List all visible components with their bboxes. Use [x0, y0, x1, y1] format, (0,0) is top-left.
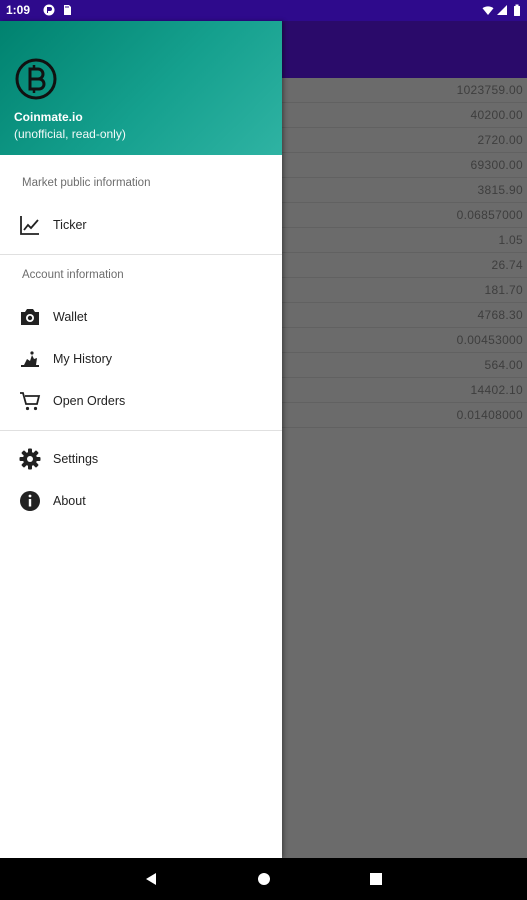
app-bar: [282, 21, 527, 78]
info-icon: [20, 491, 40, 511]
divider: [0, 430, 282, 431]
list-item[interactable]: 69300.00: [282, 153, 527, 178]
back-icon[interactable]: [143, 871, 159, 887]
status-time: 1:09: [6, 3, 31, 17]
section-title-account: Account information: [22, 269, 124, 281]
list-item[interactable]: 0.01408000: [282, 403, 527, 428]
battery-icon: [514, 4, 520, 16]
menu-item-orders[interactable]: Open Orders: [0, 380, 282, 422]
value-list: 1023759.00 40200.00 2720.00 69300.00 381…: [282, 78, 527, 428]
menu-item-settings[interactable]: Settings: [0, 438, 282, 480]
wifi-icon: [482, 6, 494, 15]
menu-label-settings: Settings: [53, 452, 99, 466]
divider: [0, 254, 282, 255]
list-item[interactable]: 26.74: [282, 253, 527, 278]
drawer-scrim[interactable]: [282, 446, 527, 858]
menu-label-orders: Open Orders: [53, 394, 126, 408]
menu-item-wallet[interactable]: Wallet: [0, 296, 282, 338]
camera-icon: [21, 309, 39, 325]
history-icon: [21, 351, 39, 367]
menu-label-ticker: Ticker: [53, 218, 87, 232]
menu-label-history: My History: [53, 352, 113, 366]
list-item[interactable]: 0.00453000: [282, 328, 527, 353]
section-title-market: Market public information: [22, 177, 151, 189]
list-item[interactable]: 2720.00: [282, 128, 527, 153]
chart-line-icon: [20, 216, 39, 235]
drawer-subtitle: (unofficial, read-only): [14, 127, 126, 141]
navigation-drawer: Coinmate.io (unofficial, read-only) Mark…: [0, 21, 282, 858]
status-bar: 1:09: [0, 0, 527, 21]
home-icon[interactable]: [256, 871, 272, 887]
menu-label-about: About: [53, 494, 86, 508]
drawer-title: Coinmate.io: [14, 110, 83, 124]
list-item[interactable]: 1023759.00: [282, 78, 527, 103]
list-item[interactable]: 40200.00: [282, 103, 527, 128]
sd-card-icon: [64, 5, 71, 15]
recents-icon[interactable]: [368, 871, 384, 887]
list-item[interactable]: 1.05: [282, 228, 527, 253]
list-item[interactable]: 14402.10: [282, 378, 527, 403]
cell-signal-icon: [497, 5, 507, 15]
drawer-header: Coinmate.io (unofficial, read-only): [0, 21, 282, 155]
menu-item-about[interactable]: About: [0, 480, 282, 522]
list-item[interactable]: 3815.90: [282, 178, 527, 203]
menu-label-wallet: Wallet: [53, 310, 88, 324]
menu-item-history[interactable]: My History: [0, 338, 282, 380]
cart-icon: [20, 392, 41, 411]
system-nav-bar: [0, 858, 527, 900]
list-item[interactable]: 0.06857000: [282, 203, 527, 228]
bitcoin-logo-icon: [15, 58, 57, 100]
notification-app-icon: [43, 4, 55, 16]
list-item[interactable]: 4768.30: [282, 303, 527, 328]
gear-icon: [19, 448, 41, 470]
list-item[interactable]: 181.70: [282, 278, 527, 303]
menu-item-ticker[interactable]: Ticker: [0, 204, 282, 246]
list-item[interactable]: 564.00: [282, 353, 527, 378]
